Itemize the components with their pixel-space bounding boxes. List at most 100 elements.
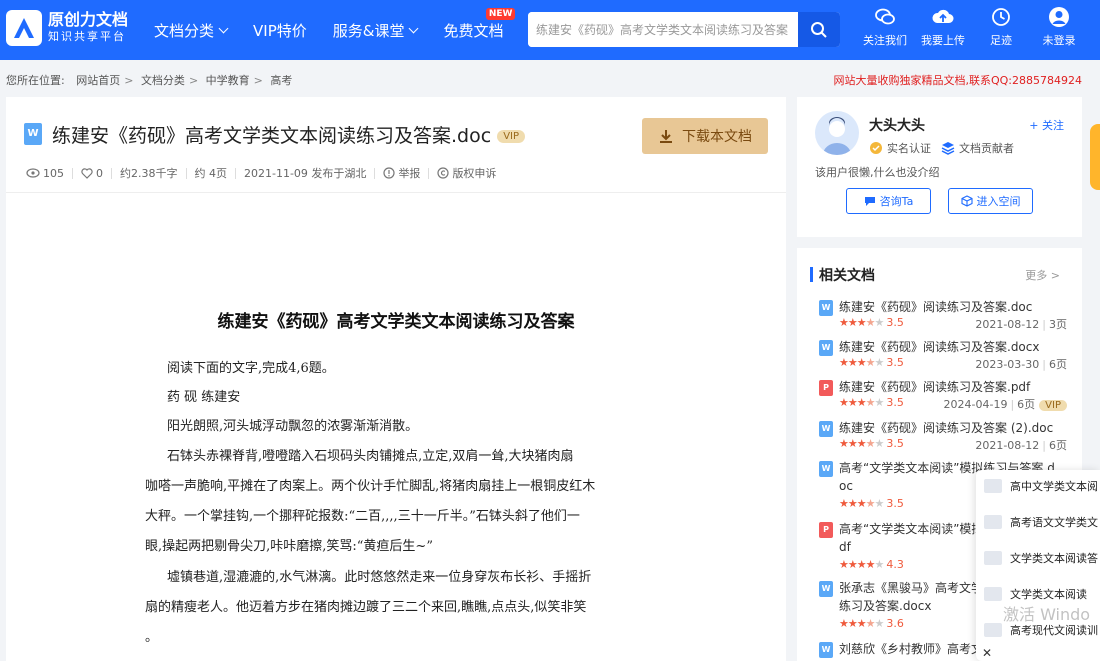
breadcrumb-home[interactable]: 网站首页 [76, 74, 120, 87]
history-icon [992, 8, 1010, 26]
site-logo[interactable]: 原创力文档 知识共享平台 [6, 10, 128, 46]
download-button[interactable]: 下载本文档 [642, 118, 768, 154]
like-button[interactable]: 0 [81, 167, 103, 180]
rating-stars: ★★★★★ 3.5 [839, 356, 904, 369]
document-meta: 105 0 约2.38千字 约 4页 2021-11-09 发布于湖北 举报 版… [26, 165, 502, 181]
floating-suggestions: 高中文学类文本阅 高考语文文学类文 文学类文本阅读答 文学类文本阅读 高考现代文… [976, 470, 1100, 661]
views-count: 105 [26, 167, 64, 180]
login-button[interactable]: 未登录 [1030, 6, 1088, 48]
suggestion-label: 高中文学类文本阅 [1010, 480, 1098, 493]
document-panel: W 练建安《药砚》高考文学类文本阅读练习及答案.doc VIP 下载本文档 105… [6, 97, 786, 661]
preview-paragraph: 阅读下面的文字,完成4,6题。 [167, 361, 335, 376]
verified-label: 实名认证 [887, 142, 931, 155]
search-input[interactable] [528, 12, 798, 47]
pdf-doc-icon: P [819, 522, 833, 538]
avatar[interactable] [815, 111, 859, 155]
word-doc-icon: W [24, 123, 42, 145]
copyright-button[interactable]: 版权申诉 [437, 165, 496, 181]
layers-icon [941, 142, 955, 155]
enter-space-button[interactable]: 进入空间 [948, 188, 1033, 214]
breadcrumb-middle-school[interactable]: 中学教育 [206, 74, 250, 87]
breadcrumb-gaokao[interactable]: 高考 [270, 74, 292, 87]
author-description: 该用户很懒,什么也没介绍 [815, 166, 940, 179]
copyright-label: 版权申诉 [452, 167, 497, 180]
purchase-notice[interactable]: 网站大量收购独家精品文档,联系QQ:2885784924 [833, 72, 1082, 88]
author-card: 大头大头 + 关注 实名认证 文档贡献者 该用户很懒,什么也没介绍 咨询Ta 进… [797, 97, 1082, 237]
preview-paragraph: 眼,操起两把剔骨尖刀,咔咔磨擦,笑骂:“黄疸后生~” [145, 539, 433, 554]
rating-stars: ★★★★★ 3.5 [839, 396, 904, 409]
suggestion-item[interactable]: 文学类文本阅读答 [984, 550, 1098, 566]
search-icon [811, 21, 827, 38]
preview-paragraph: 。 [145, 630, 159, 645]
nav-free-docs[interactable]: 免费文档 NEW [443, 7, 516, 41]
rating-stars: ★★★★★ 3.5 [839, 437, 904, 450]
likes-value: 0 [96, 166, 103, 180]
thumbnail-icon [984, 515, 1002, 529]
header-icon-label: 足迹 [990, 34, 1012, 47]
document-title-text: 练建安《药砚》高考文学类文本阅读练习及答案.doc [52, 125, 492, 147]
word-doc-icon: W [819, 581, 833, 597]
more-link[interactable]: 更多 > [1025, 267, 1060, 283]
preview-paragraph: 阳光朗照,河头城浮动飘忽的浓雾渐渐消散。 [167, 419, 419, 434]
header-icon-label: 未登录 [1042, 34, 1076, 47]
report-button[interactable]: 举报 [383, 165, 420, 181]
nav-label: 服务&课堂 [332, 21, 405, 40]
user-icon [1049, 7, 1069, 27]
rating-stars: ★★★★★ 3.5 [839, 497, 904, 510]
thumbnail-icon [984, 551, 1002, 565]
chat-bubble-icon [864, 197, 875, 206]
suggestion-label: 高考语文文学类文 [1010, 516, 1098, 529]
divider [235, 167, 236, 179]
breadcrumb-category[interactable]: 文档分类 [141, 74, 185, 87]
verified-icon [870, 142, 882, 154]
preview-paragraph: 大秤。一个掌挂钩,一个挪秤砣报数:“二百,,,,三十一斤半。”石钵头斜了他们一 [145, 509, 580, 524]
suggestion-item[interactable]: 高中文学类文本阅 [984, 478, 1098, 494]
upload-cloud-icon [932, 9, 954, 23]
nav-services[interactable]: 服务&课堂 [332, 20, 419, 41]
search-button[interactable] [798, 12, 840, 47]
logo-title: 原创力文档 [48, 10, 129, 29]
contributor-label: 文档贡献者 [959, 142, 1014, 155]
word-doc-icon: W [819, 340, 833, 356]
side-edge-tab[interactable] [1090, 124, 1100, 190]
upload-button[interactable]: 我要上传 [914, 6, 972, 48]
author-name[interactable]: 大头大头 [869, 115, 925, 135]
breadcrumb-separator: > [253, 74, 263, 87]
nav-vip-deals[interactable]: VIP特价 [253, 20, 307, 41]
cube-icon [960, 195, 973, 207]
preview-paragraph: 石钵头赤裸脊背,噔噔踏入石坝码头肉铺摊点,立定,双肩一耸,大块猪肉扇 [167, 449, 574, 464]
thumbnail-icon [984, 623, 1002, 637]
related-doc-meta: 2023-03-30 | 6页 [975, 358, 1067, 371]
logo-subtitle: 知识共享平台 [48, 30, 126, 43]
close-icon[interactable]: ✕ [982, 646, 992, 660]
suggestion-item[interactable]: 文学类文本阅读 [984, 586, 1087, 602]
word-count: 约2.38千字 [120, 167, 178, 180]
preview-paragraph: 扇的精瘦老人。他迈着方步在猪肉摊边踱了三二个来回,瞧瞧,点点头,似笑非笑 [145, 600, 587, 615]
ask-author-button[interactable]: 咨询Ta [846, 188, 931, 214]
rating-stars: ★★★★★ 4.3 [839, 558, 904, 571]
related-doc-title: 练建安《药砚》阅读练习及答案.docx [839, 340, 1040, 354]
divider [111, 167, 112, 179]
nav-doc-category[interactable]: 文档分类 [154, 20, 229, 41]
preview-paragraph: 咖嗒一声脆响,平摊在了肉案上。两个伙计手忙脚乱,将猪肉扇挂上一根铜皮红木 [145, 479, 596, 494]
rating-stars: ★★★★★ 3.5 [839, 316, 904, 329]
main-nav: 文档分类 VIP特价 服务&课堂 免费文档 NEW [154, 0, 529, 60]
nav-label: 文档分类 [154, 21, 215, 40]
preview-heading: 练建安《药砚》高考文学类文本阅读练习及答案 [217, 312, 575, 332]
document-preview: 练建安《药砚》高考文学类文本阅读练习及答案 阅读下面的文字,完成4,6题。 药 … [6, 193, 786, 661]
history-button[interactable]: 足迹 [972, 6, 1030, 48]
word-doc-icon: W [819, 642, 833, 658]
divider [428, 167, 430, 179]
nav-label: 免费文档 [443, 21, 504, 40]
search-box [528, 12, 840, 47]
warning-circle-icon [383, 167, 396, 179]
suggestion-item[interactable]: 高考语文文学类文 [984, 514, 1098, 530]
avatar-person-icon [823, 117, 851, 155]
divider [72, 167, 73, 179]
follow-us-button[interactable]: 关注我们 [856, 6, 914, 48]
document-header: W 练建安《药砚》高考文学类文本阅读练习及答案.doc VIP 下载本文档 105… [6, 97, 786, 193]
follow-button[interactable]: + 关注 [1029, 117, 1064, 133]
nav-label: VIP特价 [253, 21, 307, 40]
thumbnail-icon [984, 587, 1002, 601]
author-badges: 实名认证 文档贡献者 [869, 140, 1024, 156]
